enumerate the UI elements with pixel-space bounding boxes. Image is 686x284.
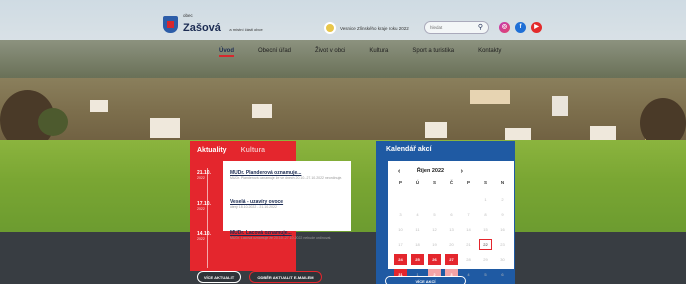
more-events-button[interactable]: VÍCE AKCÍ bbox=[385, 276, 466, 284]
calendar-day[interactable]: 4 bbox=[411, 209, 424, 220]
main-nav: Úvod Obecní úřad Život v obci Kultura Sp… bbox=[219, 48, 501, 57]
news-meta: MUDr. Lacová oznamuje že 20.10.-27.10.20… bbox=[230, 236, 332, 240]
news-item[interactable]: MUDr. Planderová oznamuje... MUDr. Pland… bbox=[230, 170, 345, 181]
calendar-weekday: Č bbox=[449, 180, 454, 185]
award-text: Vesnice Zlínského kraje roku 2022 bbox=[340, 25, 409, 31]
news-meta: MUDr. Planderová oznamuje že ve dnech 20… bbox=[230, 176, 343, 180]
calendar-day[interactable]: 30 bbox=[496, 254, 509, 265]
calendar-day[interactable]: 18 bbox=[411, 239, 424, 250]
logo-text: obec Zašová a místní části obce bbox=[183, 13, 263, 36]
calendar-day bbox=[428, 194, 441, 205]
facebook-icon[interactable]: f bbox=[515, 22, 526, 33]
nav-item-obecni-urad[interactable]: Obecní úřad bbox=[258, 48, 291, 54]
calendar-day[interactable]: 19 bbox=[428, 239, 441, 250]
calendar-day[interactable]: 24 bbox=[394, 254, 407, 265]
calendar-day bbox=[411, 194, 424, 205]
calendar-day[interactable]: 22 bbox=[479, 239, 492, 250]
calendar-day[interactable]: 6 bbox=[445, 209, 458, 220]
calendar-day[interactable]: 8 bbox=[479, 209, 492, 220]
nav-item-zivot-v-obci[interactable]: Život v obci bbox=[315, 48, 345, 54]
calendar-weekday: P bbox=[398, 180, 402, 185]
house bbox=[252, 104, 272, 118]
search-box: ⚲ bbox=[424, 21, 489, 34]
house bbox=[150, 118, 180, 138]
coat-of-arms-icon bbox=[163, 16, 178, 33]
news-date-year: 2022 bbox=[197, 237, 205, 241]
calendar-day[interactable]: 25 bbox=[411, 254, 424, 265]
tab-kultura[interactable]: Kultura bbox=[234, 141, 273, 161]
calendar-day[interactable]: 13 bbox=[445, 224, 458, 235]
calendar-day[interactable]: 29 bbox=[479, 254, 492, 265]
calendar-day[interactable]: 20 bbox=[445, 239, 458, 250]
calendar-day[interactable]: 12 bbox=[428, 224, 441, 235]
award-badge[interactable]: Vesnice Zlínského kraje roku 2022 bbox=[324, 22, 409, 34]
calendar-day[interactable]: 5 bbox=[479, 269, 492, 280]
calendar-day[interactable]: 27 bbox=[445, 254, 458, 265]
news-meta: úterý 18.10.2022 - 21.10.2022 bbox=[230, 205, 277, 209]
calendar-month: Říjen 2022 bbox=[416, 168, 445, 174]
calendar-day[interactable]: 16 bbox=[496, 224, 509, 235]
award-icon bbox=[324, 22, 336, 34]
email-subscribe-button[interactable]: ODBĚR AKTUALIT E-MAILEM bbox=[249, 271, 322, 283]
news-date-year: 2022 bbox=[197, 176, 205, 180]
calendar-day bbox=[462, 194, 475, 205]
calendar-day[interactable]: 1 bbox=[479, 194, 492, 205]
youtube-icon[interactable]: ▶ bbox=[531, 22, 542, 33]
calendar-weekday: S bbox=[483, 180, 487, 185]
site-logo[interactable]: obec Zašová a místní části obce bbox=[163, 13, 263, 36]
calendar-weekday: N bbox=[500, 180, 505, 185]
chevron-left-icon[interactable]: ‹ bbox=[398, 168, 400, 175]
calendar-day[interactable]: 2 bbox=[496, 194, 509, 205]
house bbox=[470, 90, 510, 104]
calendar-day[interactable]: 9 bbox=[496, 209, 509, 220]
calendar-day bbox=[445, 194, 458, 205]
news-item[interactable]: Veselá - uzavíry ovoce úterý 18.10.2022 … bbox=[230, 199, 345, 210]
house bbox=[90, 100, 108, 112]
nav-item-kontakty[interactable]: Kontakty bbox=[478, 48, 501, 54]
news-date: 17.10. 2022 bbox=[197, 201, 211, 211]
nav-item-uvod[interactable]: Úvod bbox=[219, 48, 234, 57]
tree bbox=[38, 108, 68, 136]
news-tabs: Aktuality Kultura bbox=[190, 141, 272, 161]
calendar-title: Kalendář akcí bbox=[386, 146, 432, 153]
search-input[interactable] bbox=[430, 25, 476, 30]
more-news-button[interactable]: VÍCE AKTUALIT bbox=[197, 271, 241, 283]
news-date: 21.10. 2022 bbox=[197, 170, 211, 180]
news-item[interactable]: MUDr. Lacová oznamuje... MUDr. Lacová oz… bbox=[230, 230, 345, 241]
nav-item-sport[interactable]: Sport a turistika bbox=[412, 48, 454, 54]
news-timeline bbox=[207, 168, 208, 268]
search-icon[interactable]: ⚲ bbox=[478, 24, 483, 31]
chevron-right-icon[interactable]: › bbox=[461, 168, 463, 175]
calendar-day[interactable]: 26 bbox=[428, 254, 441, 265]
logo-subtitle: a místní části obce bbox=[229, 27, 263, 32]
news-date-year: 2022 bbox=[197, 207, 205, 211]
tab-aktuality[interactable]: Aktuality bbox=[190, 141, 234, 161]
calendar-grid: P Ú S Č P S N 1 2 3 4 5 6 7 8 9 10 11 12 13 14 15 16 17 18 19 20 21… bbox=[392, 177, 510, 282]
site-header: obec Zašová a místní části obce Vesnice … bbox=[0, 0, 686, 58]
calendar-day[interactable]: 5 bbox=[428, 209, 441, 220]
calendar-day[interactable]: 11 bbox=[411, 224, 424, 235]
calendar-day[interactable]: 14 bbox=[462, 224, 475, 235]
calendar-day[interactable]: 17 bbox=[394, 239, 407, 250]
calendar-day[interactable]: 23 bbox=[496, 239, 509, 250]
calendar-day[interactable]: 6 bbox=[496, 269, 509, 280]
news-date: 14.10. 2022 bbox=[197, 231, 211, 241]
calendar-weekday: Ú bbox=[415, 180, 420, 185]
logo-name: Zašová bbox=[183, 22, 221, 34]
calendar-weekday: S bbox=[432, 180, 436, 185]
calendar-day[interactable]: 28 bbox=[462, 254, 475, 265]
church bbox=[552, 96, 568, 116]
calendar-day[interactable]: 15 bbox=[479, 224, 492, 235]
nav-item-kultura[interactable]: Kultura bbox=[369, 48, 388, 54]
calendar-day[interactable]: 7 bbox=[462, 209, 475, 220]
calendar-header: ‹ Říjen 2022 › bbox=[398, 166, 463, 176]
calendar-day bbox=[394, 194, 407, 205]
calendar-weekday: P bbox=[466, 180, 470, 185]
house bbox=[425, 122, 447, 138]
calendar-day[interactable]: 21 bbox=[462, 239, 475, 250]
instagram-icon[interactable]: ◎ bbox=[499, 22, 510, 33]
calendar-day[interactable]: 10 bbox=[394, 224, 407, 235]
calendar-day[interactable]: 3 bbox=[394, 209, 407, 220]
